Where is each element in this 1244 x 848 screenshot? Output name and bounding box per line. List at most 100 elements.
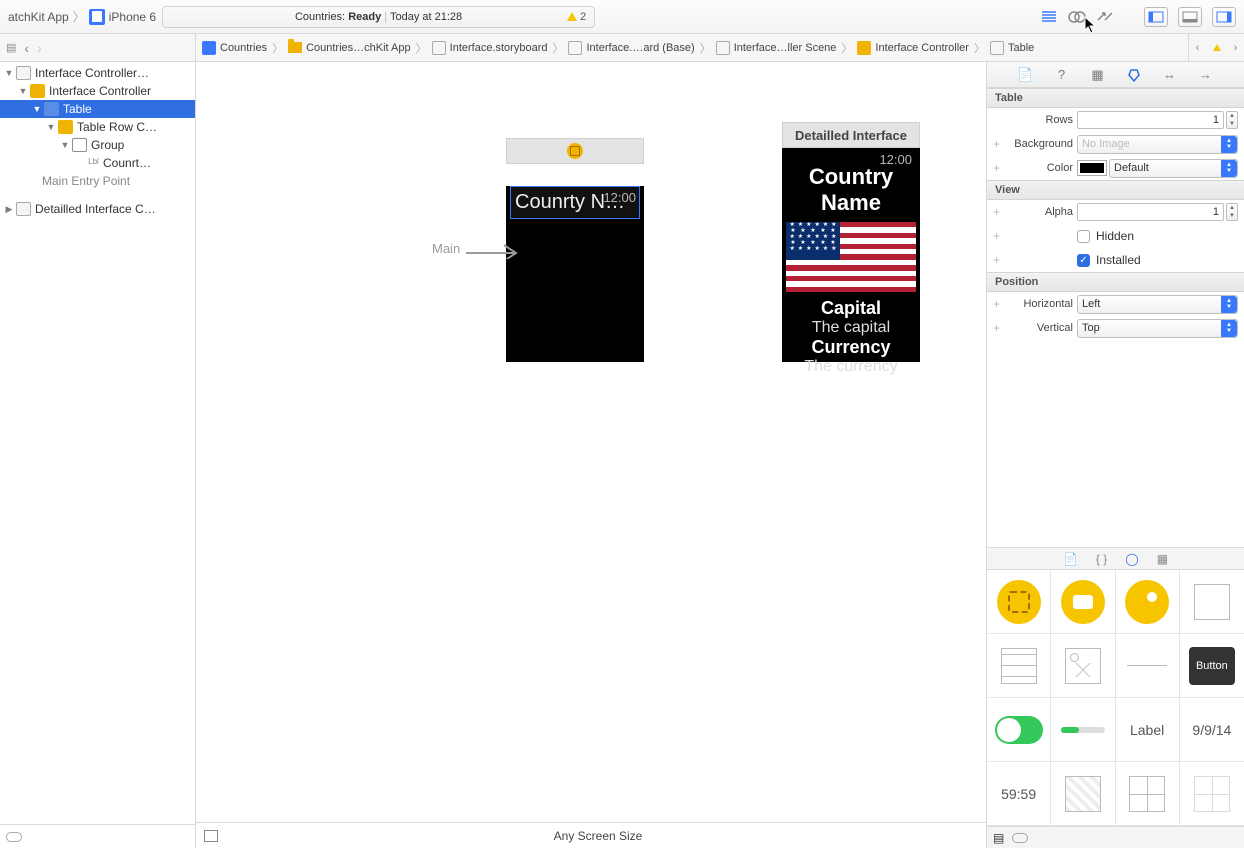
plus-icon[interactable]: +: [993, 253, 1003, 267]
color-well[interactable]: [1077, 160, 1107, 176]
warning-icon[interactable]: [1213, 44, 1221, 51]
toggle-utilities-icon[interactable]: [1212, 7, 1236, 27]
hidden-checkbox[interactable]: [1077, 230, 1090, 243]
library-grid[interactable]: Button Label 9/9/14 59:59: [987, 570, 1244, 826]
hidden-label: Hidden: [1096, 229, 1134, 243]
outline-label: Interface Controller: [49, 84, 151, 98]
outline-row[interactable]: ▼Interface Controller…: [0, 64, 195, 82]
scene-body: 12:00 Country Name ★★★★★★ ★★★★★ ★★★★★★ ★…: [782, 148, 920, 362]
lib-date[interactable]: 9/9/14: [1180, 698, 1244, 762]
lib-interface-controller[interactable]: [987, 570, 1051, 634]
lib-table[interactable]: [987, 634, 1051, 698]
plus-icon[interactable]: +: [993, 297, 1003, 311]
lib-image[interactable]: [1051, 634, 1115, 698]
outline-row[interactable]: ▼Group: [0, 136, 195, 154]
breadcrumb[interactable]: Countries〉 Countries…chKit App〉 Interfac…: [196, 34, 1188, 61]
alpha-input[interactable]: 1: [1077, 203, 1224, 221]
plus-icon[interactable]: +: [993, 229, 1003, 243]
file-inspector-icon[interactable]: 📄: [1018, 67, 1034, 83]
editor-assistant-icon[interactable]: [1066, 7, 1088, 27]
size-inspector-icon[interactable]: ↔: [1162, 67, 1178, 83]
filter-icon[interactable]: [1012, 833, 1028, 843]
lib-switch[interactable]: [987, 698, 1051, 762]
grid-view-icon[interactable]: ▤: [993, 831, 1004, 845]
editor-standard-icon[interactable]: [1038, 7, 1060, 27]
plus-icon[interactable]: +: [993, 321, 1003, 335]
outline-row[interactable]: ▼Table: [0, 100, 195, 118]
lib-separator[interactable]: [1116, 634, 1180, 698]
rows-label: Rows: [1007, 114, 1073, 126]
help-inspector-icon[interactable]: ?: [1054, 67, 1070, 83]
color-dropdown[interactable]: Default ▲▼: [1109, 159, 1238, 178]
scheme-selector[interactable]: atchKit App 〉 iPhone 6: [8, 8, 156, 25]
outline-body[interactable]: ▼Interface Controller…▼Interface Control…: [0, 62, 195, 824]
rows-stepper[interactable]: ▲▼: [1226, 111, 1238, 129]
outline-label: Counrt…: [103, 156, 151, 170]
outline-row[interactable]: Main Entry Point: [0, 172, 195, 190]
lib-timer[interactable]: 59:59: [987, 762, 1051, 826]
horizontal-dropdown[interactable]: Left ▲▼: [1077, 295, 1238, 314]
lib-notification-controller[interactable]: [1116, 570, 1180, 634]
controller-icon: [567, 143, 583, 159]
jump-bar: ▤ ‹ › Countries〉 Countries…chKit App〉 In…: [0, 34, 1244, 62]
identity-inspector-icon[interactable]: ▦: [1090, 67, 1106, 83]
warning-count[interactable]: 2: [567, 11, 586, 23]
scene-header[interactable]: [506, 138, 644, 164]
attributes-inspector-icon[interactable]: [1126, 67, 1142, 83]
lib-label[interactable]: Label: [1116, 698, 1180, 762]
interface-controller-scene[interactable]: 12:00 Counrty Na…: [506, 138, 644, 362]
screen-size-label[interactable]: Any Screen Size: [218, 829, 978, 843]
lib-slider[interactable]: [1051, 698, 1115, 762]
lib-button[interactable]: Button: [1180, 634, 1244, 698]
canvas-body[interactable]: 12:00 Counrty Na… Main Detailled Interfa…: [196, 62, 986, 822]
connections-inspector-icon[interactable]: →: [1198, 67, 1214, 83]
media-library-icon[interactable]: ▦: [1157, 552, 1168, 566]
lib-glance-controller[interactable]: [1051, 570, 1115, 634]
prev-issue-icon[interactable]: ‹: [1196, 42, 1200, 54]
toggle-navigator-icon[interactable]: [1144, 7, 1168, 27]
outline-row[interactable]: ▼Interface Controller: [0, 82, 195, 100]
lib-group[interactable]: [1180, 570, 1244, 634]
lib-map[interactable]: [1051, 762, 1115, 826]
toggle-debug-icon[interactable]: [1178, 7, 1202, 27]
plus-icon[interactable]: +: [993, 205, 1003, 219]
lib-menu[interactable]: [1116, 762, 1180, 826]
outline-row[interactable]: ▶Detailled Interface C…: [0, 200, 195, 218]
alpha-stepper[interactable]: ▲▼: [1226, 203, 1238, 221]
installed-checkbox[interactable]: ✓: [1077, 254, 1090, 267]
plus-icon[interactable]: +: [993, 161, 1003, 175]
rows-input[interactable]: 1: [1077, 111, 1224, 129]
library-tabs: 📄 { } ◯ ▦: [987, 548, 1244, 570]
plus-icon[interactable]: +: [993, 137, 1003, 151]
editor-version-icon[interactable]: [1094, 7, 1116, 27]
vertical-dropdown[interactable]: Top ▲▼: [1077, 319, 1238, 338]
object-library-icon[interactable]: ◯: [1125, 552, 1138, 566]
capital-value: The capital: [782, 319, 920, 337]
detailed-interface-scene[interactable]: Detailled Interface 12:00 Country Name ★…: [782, 122, 920, 362]
entry-point-arrow[interactable]: Main: [432, 237, 524, 259]
forward-icon[interactable]: ›: [37, 40, 42, 56]
section-table: Table: [987, 88, 1244, 108]
scene-header[interactable]: Detailled Interface: [782, 122, 920, 148]
outline-label: Group: [91, 138, 124, 152]
back-icon[interactable]: ‹: [24, 40, 29, 56]
jumpbar-nav-controls: ▤ ‹ ›: [0, 34, 196, 61]
object-library: 📄 { } ◯ ▦ Button Label 9/9/14 59:59: [987, 547, 1244, 848]
outline-row[interactable]: LblCounrt…: [0, 154, 195, 172]
background-dropdown[interactable]: No Image ▲▼: [1077, 135, 1238, 154]
status-word: Ready: [348, 11, 381, 23]
alpha-label: Alpha: [1007, 206, 1073, 218]
lib-menu-item[interactable]: [1180, 762, 1244, 826]
code-snippet-icon[interactable]: { }: [1096, 552, 1107, 566]
filter-icon[interactable]: [6, 832, 22, 842]
time-label: 12:00: [879, 152, 912, 167]
file-template-icon[interactable]: 📄: [1063, 552, 1078, 566]
storyboard-icon: [568, 41, 582, 55]
outline-row[interactable]: ▼Table Row C…: [0, 118, 195, 136]
document-outline: ▼Interface Controller…▼Interface Control…: [0, 62, 196, 848]
related-items-icon[interactable]: ▤: [6, 41, 16, 54]
outline-toggle-icon[interactable]: [204, 830, 218, 842]
folder-icon: [288, 42, 302, 53]
section-view: View: [987, 180, 1244, 200]
next-issue-icon[interactable]: ›: [1234, 42, 1238, 54]
